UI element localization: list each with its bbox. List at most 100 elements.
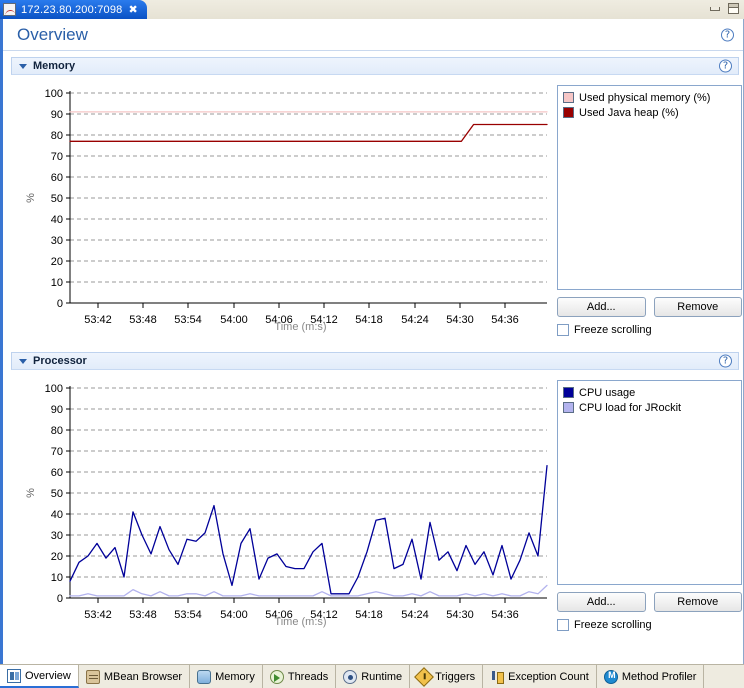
bottom-tab-label: Overview <box>25 669 71 682</box>
exception-icon <box>490 670 505 684</box>
window-titlebar: 172.23.80.200:7098 ✖ <box>0 0 744 19</box>
page-title: Overview <box>17 24 88 44</box>
processor-legend-item[interactable]: CPU usage <box>563 385 736 400</box>
svg-text:53:42: 53:42 <box>84 609 112 621</box>
svg-text:50: 50 <box>51 193 63 205</box>
chevron-down-icon[interactable] <box>19 63 27 69</box>
memory-icon <box>197 669 212 684</box>
bottom-tab-memory[interactable]: Memory <box>190 665 263 688</box>
svg-text:60: 60 <box>51 172 63 184</box>
svg-text:53:48: 53:48 <box>129 314 157 326</box>
memory-freeze-scrolling-checkbox[interactable] <box>557 324 569 336</box>
section-processor-title: Processor <box>33 355 87 367</box>
threads-icon <box>269 669 284 684</box>
overview-icon <box>7 668 21 683</box>
svg-text:%: % <box>25 488 37 498</box>
help-icon[interactable]: ? <box>721 28 734 41</box>
svg-text:10: 10 <box>51 572 63 584</box>
window-controls <box>709 3 740 15</box>
svg-text:53:54: 53:54 <box>174 609 202 621</box>
svg-text:40: 40 <box>51 214 63 226</box>
bottom-tab-threads[interactable]: Threads <box>262 665 337 688</box>
svg-text:90: 90 <box>51 404 63 416</box>
memory-freeze-scrolling-row[interactable]: Freeze scrolling <box>557 324 742 336</box>
svg-text:54:30: 54:30 <box>446 609 474 621</box>
svg-text:53:48: 53:48 <box>129 609 157 621</box>
memory-legend-item[interactable]: Used physical memory (%) <box>563 90 736 105</box>
bottom-tab-exception-count[interactable]: Exception Count <box>483 665 597 688</box>
svg-text:54:24: 54:24 <box>401 314 429 326</box>
bottom-tab-label: Runtime <box>361 670 403 683</box>
processor-remove-button[interactable]: Remove <box>653 592 742 612</box>
processor-legend-label: CPU usage <box>579 386 636 399</box>
memory-legend-label: Used physical memory (%) <box>579 91 711 104</box>
section-memory-header[interactable]: Memory ? <box>11 57 739 75</box>
processor-freeze-scrolling-checkbox[interactable] <box>557 619 569 631</box>
svg-text:80: 80 <box>51 425 63 437</box>
bottom-tab-label: Threads <box>287 670 329 683</box>
processor-button-row: Add... Remove <box>557 592 742 612</box>
bottom-tab-mbean-browser[interactable]: MBean Browser <box>78 665 191 688</box>
section-processor-help-icon[interactable]: ? <box>719 354 732 368</box>
memory-legend-label: Used Java heap (%) <box>579 106 679 119</box>
legend-swatch-icon <box>563 387 574 398</box>
connection-tab-label: 172.23.80.200:7098 <box>21 3 123 16</box>
legend-swatch-icon <box>563 402 574 413</box>
jrockit-mission-control-window: 172.23.80.200:7098 ✖ Overview ? Memory ?… <box>0 0 744 688</box>
bottom-tab-bar: Overview MBean Browser Memory Threads Runtim… <box>0 664 744 688</box>
bottom-tab-triggers[interactable]: Triggers <box>410 665 484 688</box>
processor-legend: CPU usage CPU load for JRockit <box>557 380 742 585</box>
runtime-icon <box>343 669 358 684</box>
svg-text:53:42: 53:42 <box>84 314 112 326</box>
memory-legend: Used physical memory (%) Used Java heap (… <box>557 85 742 290</box>
minimize-icon[interactable] <box>709 3 722 15</box>
memory-remove-button[interactable]: Remove <box>653 297 742 317</box>
memory-legend-item[interactable]: Used Java heap (%) <box>563 105 736 120</box>
svg-text:%: % <box>25 193 37 203</box>
memory-chart-svg: 0 10 20 30 40 50 60 70 80 90 100% 53:42 53:48 53:54 54… <box>25 88 548 333</box>
triggers-icon <box>414 666 435 687</box>
chart-icon <box>3 3 16 16</box>
svg-text:54:24: 54:24 <box>401 609 429 621</box>
svg-text:40: 40 <box>51 509 63 521</box>
section-memory-help-icon[interactable]: ? <box>719 59 732 73</box>
svg-text:50: 50 <box>51 488 63 500</box>
processor-legend-item[interactable]: CPU load for JRockit <box>563 400 736 415</box>
mbean-icon <box>85 669 100 684</box>
processor-freeze-scrolling-label: Freeze scrolling <box>574 619 652 631</box>
svg-text:53:54: 53:54 <box>174 314 202 326</box>
svg-text:30: 30 <box>51 235 63 247</box>
svg-text:54:18: 54:18 <box>355 609 383 621</box>
bottom-tab-overview[interactable]: Overview <box>0 665 79 688</box>
svg-text:54:18: 54:18 <box>355 314 383 326</box>
section-memory-title: Memory <box>33 60 76 72</box>
maximize-icon[interactable] <box>727 3 740 15</box>
svg-text:54:00: 54:00 <box>220 314 248 326</box>
svg-text:70: 70 <box>51 446 63 458</box>
processor-freeze-scrolling-row[interactable]: Freeze scrolling <box>557 619 742 631</box>
processor-legend-panel: CPU usage CPU load for JRockit Add... Rem… <box>557 376 742 636</box>
bottom-tab-label: Triggers <box>435 670 476 683</box>
chevron-down-icon[interactable] <box>19 358 27 364</box>
memory-add-button[interactable]: Add... <box>557 297 646 317</box>
bottom-tab-label: Method Profiler <box>621 670 697 683</box>
svg-text:20: 20 <box>51 256 63 268</box>
section-processor: Processor ? 0 10 20 30 40 50 60 70 80 90 100% 53:42… <box>11 352 742 641</box>
section-memory-body: 0 10 20 30 40 50 60 70 80 90 100% 53:42 53:48 53:54 54… <box>11 75 742 346</box>
connection-tab[interactable]: 172.23.80.200:7098 ✖ <box>0 0 147 19</box>
memory-button-row: Add... Remove <box>557 297 742 317</box>
method-profiler-icon <box>603 669 619 684</box>
close-icon[interactable]: ✖ <box>127 4 138 15</box>
svg-text:54:00: 54:00 <box>220 609 248 621</box>
svg-text:0: 0 <box>57 298 63 310</box>
bottom-tab-filler <box>704 665 744 688</box>
memory-legend-panel: Used physical memory (%) Used Java heap (… <box>557 81 742 341</box>
section-processor-header[interactable]: Processor ? <box>11 352 739 370</box>
bottom-tab-method-profiler[interactable]: Method Profiler <box>596 665 705 688</box>
svg-text:30: 30 <box>51 530 63 542</box>
svg-text:100: 100 <box>45 88 63 100</box>
processor-add-button[interactable]: Add... <box>557 592 646 612</box>
bottom-tab-runtime[interactable]: Runtime <box>336 665 411 688</box>
bottom-tab-label: Memory <box>215 670 255 683</box>
svg-text:54:36: 54:36 <box>491 609 519 621</box>
